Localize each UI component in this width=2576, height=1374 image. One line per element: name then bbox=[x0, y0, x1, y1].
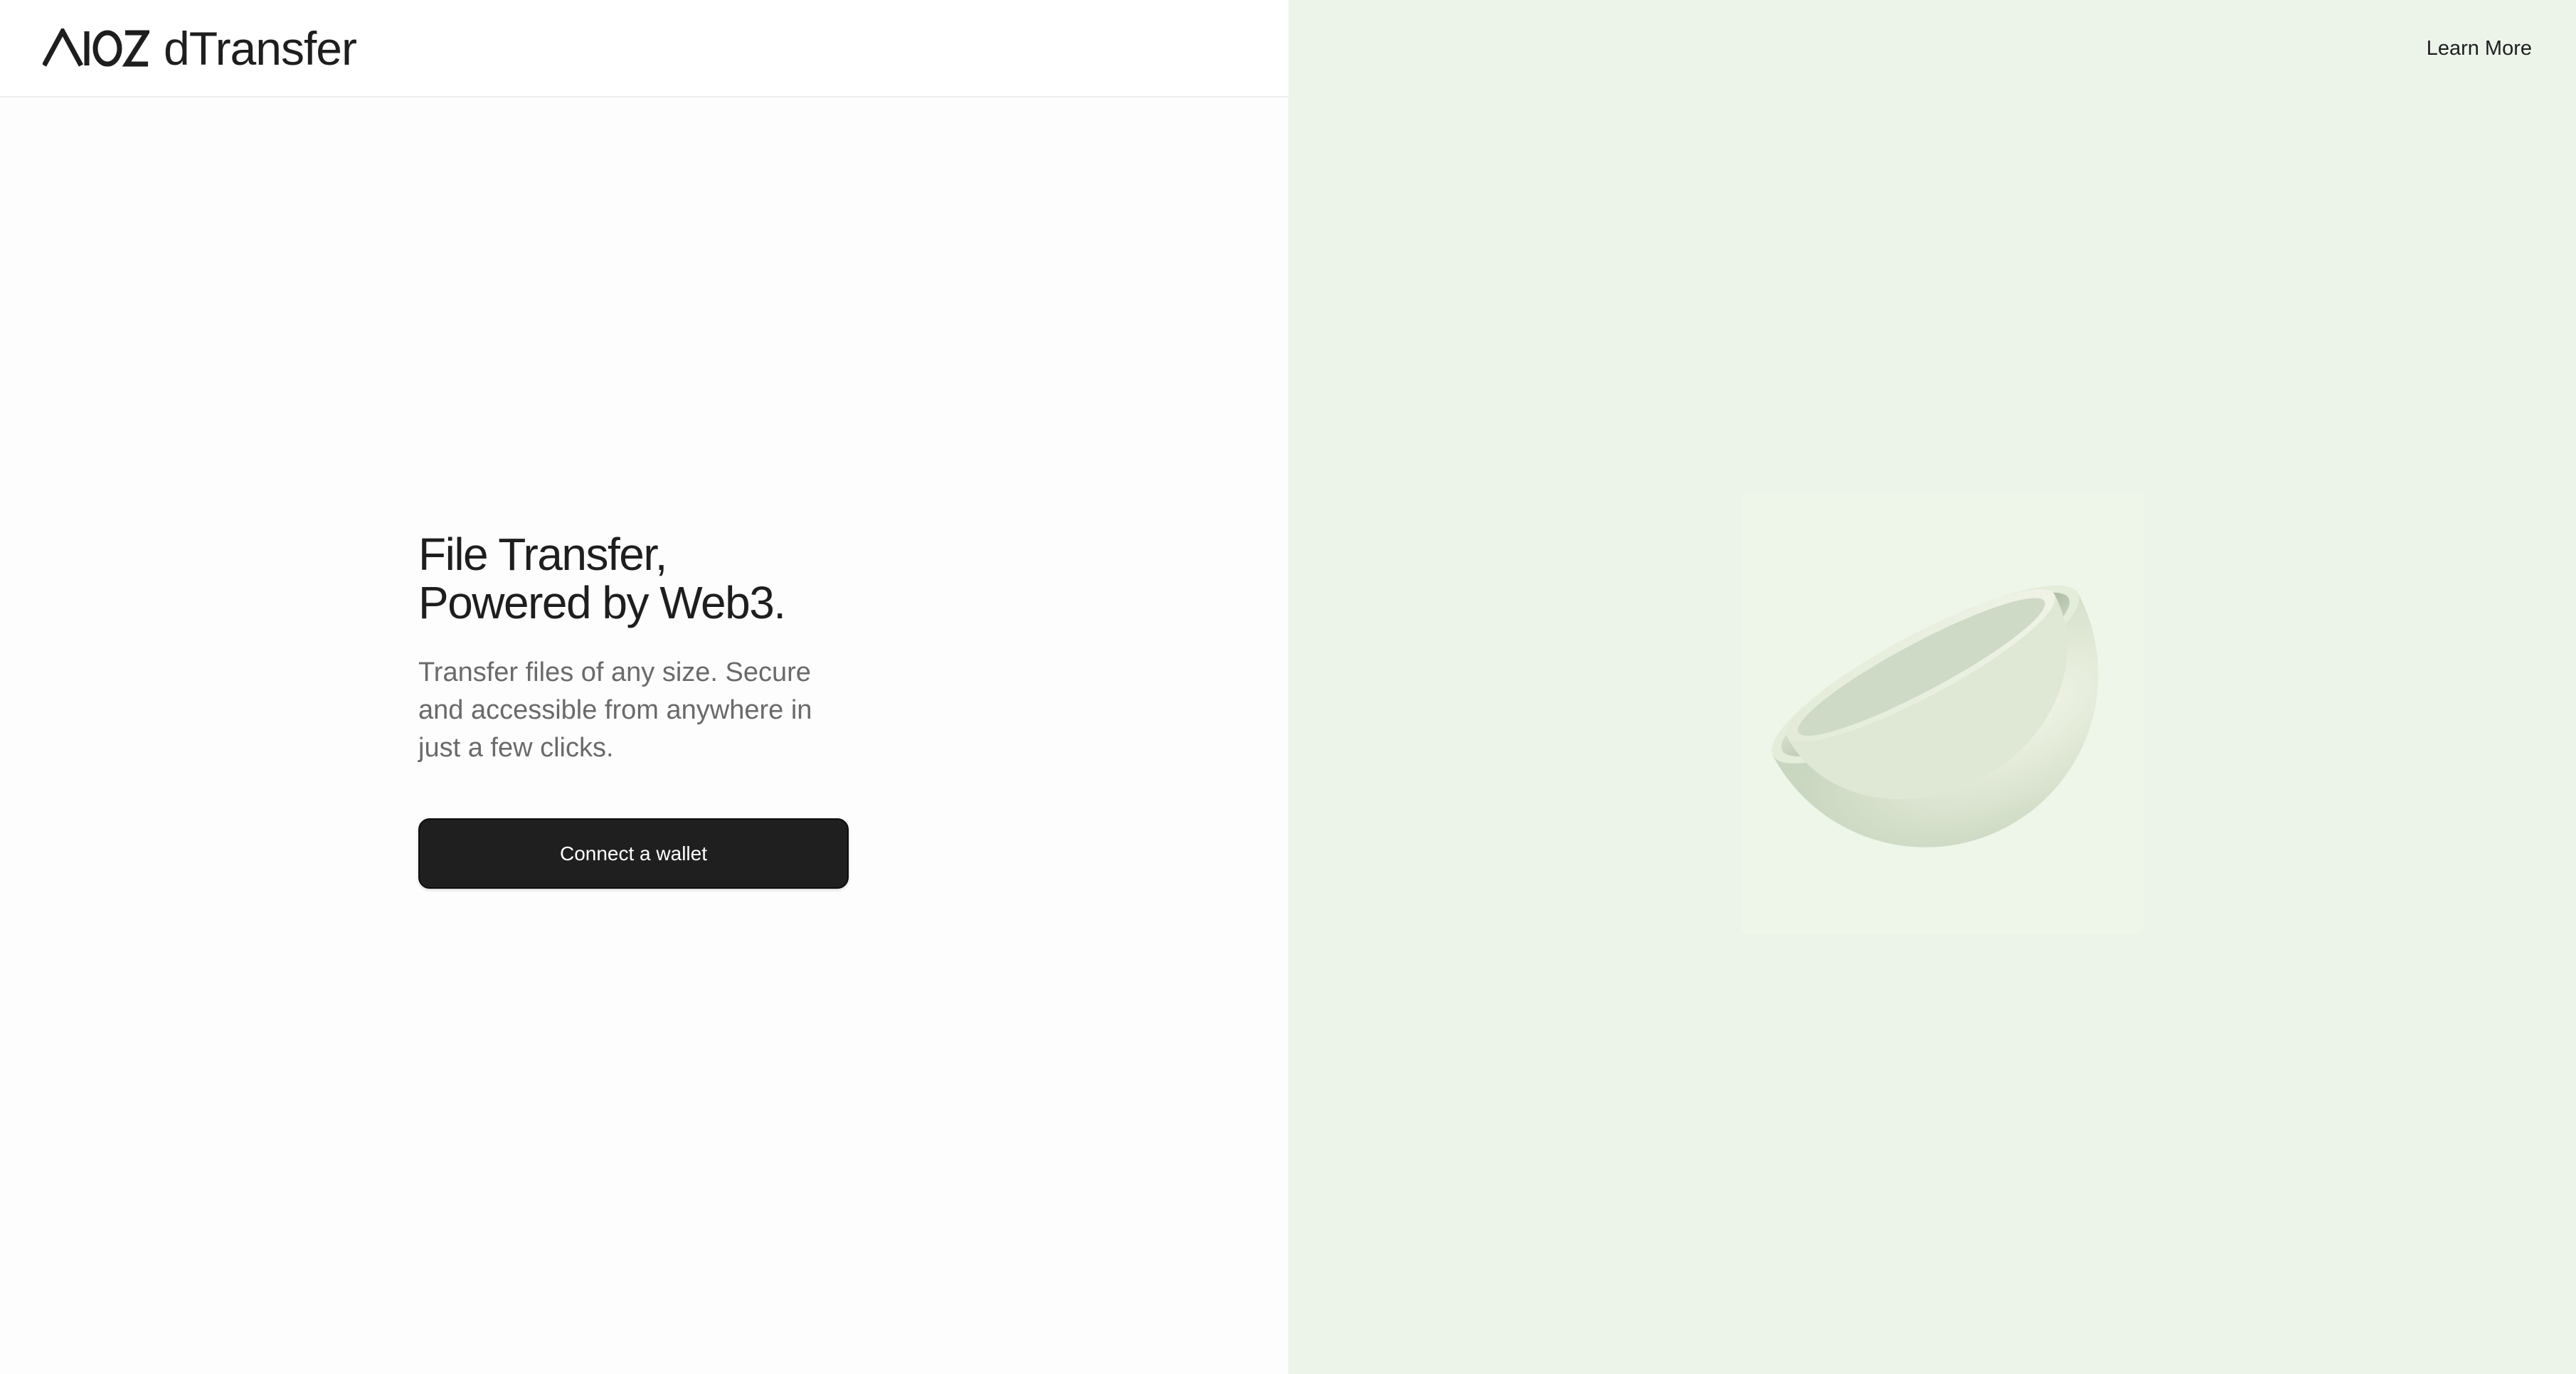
illustration-card bbox=[1741, 492, 2143, 934]
logo-product-name: dTransfer bbox=[164, 22, 357, 75]
left-panel: dTransfer File Transfer, Powered by Web3… bbox=[0, 0, 1288, 1374]
hero-subtitle: Transfer files of any size. Secure and a… bbox=[418, 657, 812, 763]
page: dTransfer File Transfer, Powered by Web3… bbox=[0, 0, 2576, 1374]
nested-bowls-illustration bbox=[1771, 585, 2099, 847]
hero-title: File Transfer, Powered by Web3. bbox=[418, 529, 786, 628]
connect-wallet-button[interactable]: Connect a wallet bbox=[418, 818, 849, 889]
hero-section: File Transfer, Powered by Web3. Transfer… bbox=[418, 530, 859, 889]
aioz-logo-icon bbox=[43, 28, 149, 67]
learn-more-link[interactable]: Learn More bbox=[2427, 34, 2532, 63]
logo[interactable]: dTransfer bbox=[43, 22, 357, 75]
header-right: Learn More bbox=[1288, 0, 2576, 97]
right-panel: Learn More bbox=[1288, 0, 2576, 1374]
header-left: dTransfer bbox=[0, 0, 1288, 97]
